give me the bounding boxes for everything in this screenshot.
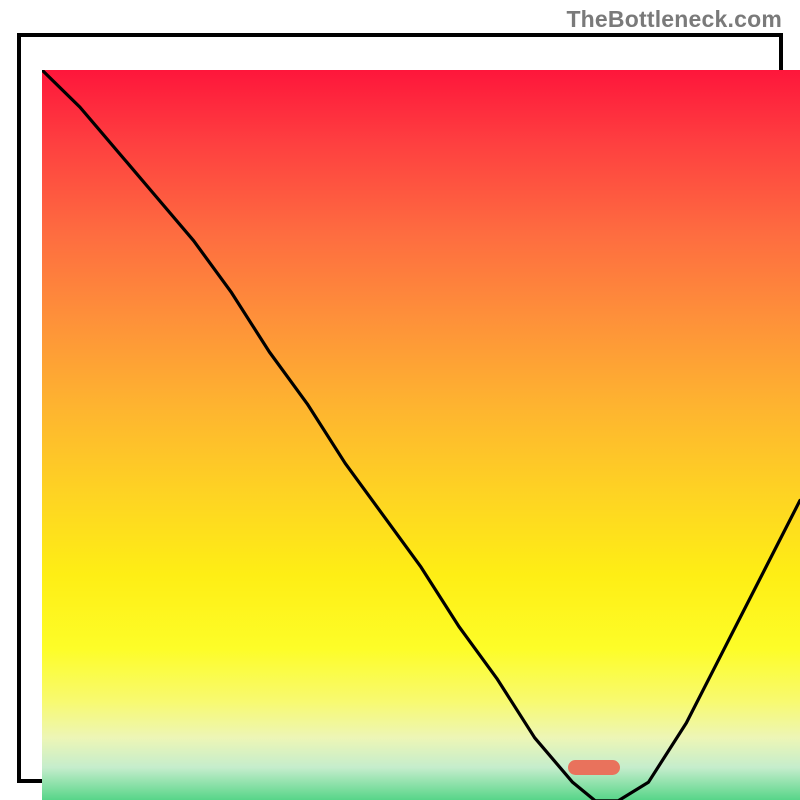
optimal-range-marker bbox=[568, 760, 620, 775]
watermark-text: TheBottleneck.com bbox=[566, 6, 782, 33]
severity-gradient bbox=[42, 70, 800, 800]
plot-frame bbox=[17, 33, 783, 783]
chart-container: TheBottleneck.com bbox=[0, 0, 800, 800]
